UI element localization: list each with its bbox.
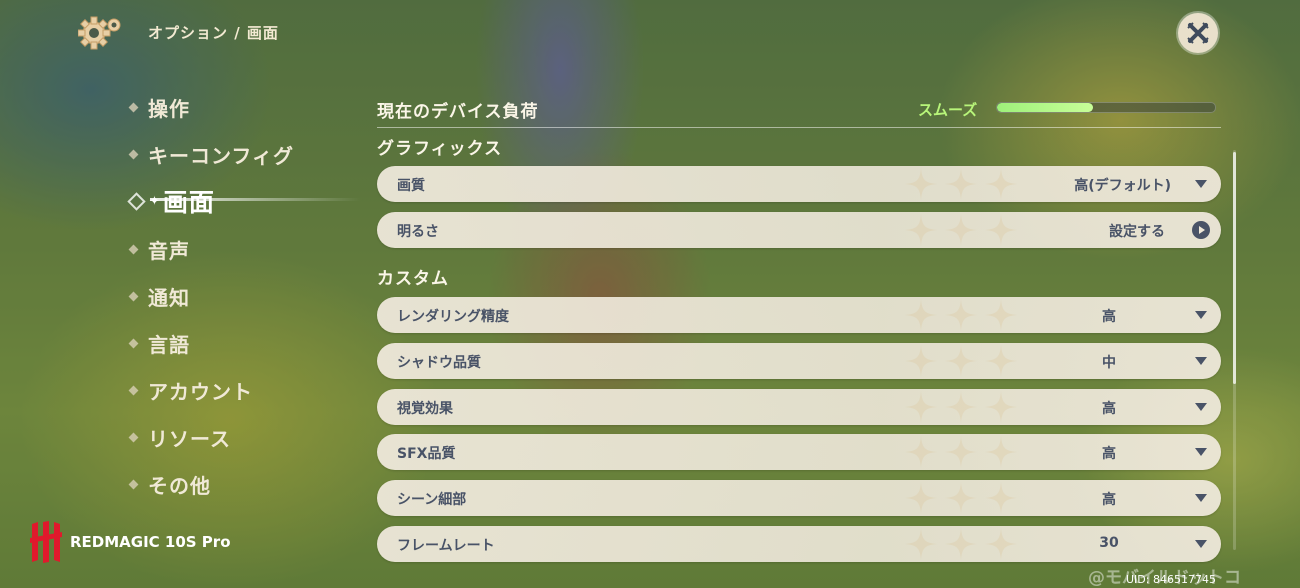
section-graphics: グラフィックス bbox=[377, 139, 503, 159]
setting-value: 30 bbox=[1099, 535, 1119, 551]
sparkle-decoration-icon bbox=[985, 345, 1017, 377]
divider bbox=[377, 127, 1221, 128]
brand-label: REDMAGIC 10S Pro bbox=[70, 533, 231, 551]
scrollbar-thumb[interactable] bbox=[1233, 152, 1236, 384]
sparkle-decoration-icon bbox=[945, 528, 977, 560]
sidebar-item-label: アカウント bbox=[148, 380, 253, 404]
setting-brightness[interactable]: 明るさ 設定する bbox=[377, 212, 1221, 248]
sparkle-decoration-icon bbox=[905, 391, 937, 423]
device-load-status: スムーズ bbox=[918, 101, 978, 119]
caret-down-icon bbox=[1195, 180, 1207, 188]
sidebar-item-label: 言語 bbox=[148, 333, 190, 357]
section-custom: カスタム bbox=[377, 269, 449, 289]
device-load-fill bbox=[997, 103, 1093, 112]
setting-label: レンダリング精度 bbox=[397, 309, 509, 325]
diamond-icon bbox=[128, 244, 139, 255]
diamond-icon bbox=[128, 479, 139, 490]
sidebar-item-label: リソース bbox=[148, 427, 231, 451]
sparkle-decoration-icon bbox=[905, 214, 937, 246]
caret-down-icon bbox=[1195, 311, 1207, 319]
setting-value: 高 bbox=[1102, 446, 1116, 462]
sidebar-item-key-config[interactable]: キーコンフィグ bbox=[128, 140, 294, 169]
sparkle-decoration-icon bbox=[985, 299, 1017, 331]
sidebar-item-label: その他 bbox=[148, 474, 211, 498]
sidebar-item-label: 音声 bbox=[148, 239, 190, 263]
diamond-icon bbox=[128, 102, 139, 113]
close-button[interactable] bbox=[1178, 13, 1218, 53]
sidebar-item-other[interactable]: その他 bbox=[128, 470, 211, 499]
setting-label: シーン細部 bbox=[397, 492, 467, 508]
breadcrumb: オプション / 画面 bbox=[148, 24, 279, 42]
setting-label: フレームレート bbox=[397, 538, 495, 554]
setting-visual-effects[interactable]: 視覚効果 高 bbox=[377, 389, 1221, 425]
setting-label: シャドウ品質 bbox=[397, 355, 481, 371]
setting-scene-detail[interactable]: シーン細部 高 bbox=[377, 480, 1221, 516]
setting-shadow-quality[interactable]: シャドウ品質 中 bbox=[377, 343, 1221, 379]
sidebar-item-label: キーコンフィグ bbox=[148, 144, 294, 168]
setting-value: 高 bbox=[1102, 401, 1116, 417]
caret-down-icon bbox=[1195, 357, 1207, 365]
diamond-icon bbox=[128, 338, 139, 349]
close-icon bbox=[1187, 22, 1209, 44]
setting-label: 画質 bbox=[397, 178, 425, 194]
setting-render-precision[interactable]: レンダリング精度 高 bbox=[377, 297, 1221, 333]
gear-icon bbox=[77, 13, 126, 53]
setting-value: 中 bbox=[1102, 355, 1116, 371]
diamond-outline-icon bbox=[127, 191, 146, 211]
caret-down-icon bbox=[1195, 494, 1207, 502]
sparkle-decoration-icon bbox=[985, 168, 1017, 200]
setting-quality[interactable]: 画質 高(デフォルト) bbox=[377, 166, 1221, 202]
sparkle-decoration-icon bbox=[985, 528, 1017, 560]
caret-down-icon bbox=[1195, 403, 1207, 411]
sparkle-decoration-icon bbox=[945, 168, 977, 200]
device-load-label: 現在のデバイス負荷 bbox=[377, 102, 539, 122]
sparkle-decoration-icon bbox=[945, 345, 977, 377]
sidebar-item-account[interactable]: アカウント bbox=[128, 376, 253, 405]
setting-sfx-quality[interactable]: SFX品質 高 bbox=[377, 434, 1221, 470]
caret-down-icon bbox=[1195, 448, 1207, 456]
diamond-icon bbox=[128, 149, 139, 160]
sparkle-icon: ✦ bbox=[149, 193, 161, 209]
redmagic-logo-icon bbox=[30, 520, 64, 564]
sidebar-item-label: 通知 bbox=[148, 286, 190, 310]
device-load-bar bbox=[996, 102, 1216, 113]
sparkle-decoration-icon bbox=[985, 482, 1017, 514]
setting-label: 明るさ bbox=[397, 224, 439, 240]
setting-value: 高 bbox=[1102, 309, 1116, 325]
setting-label: SFX品質 bbox=[397, 446, 456, 462]
uid-label: UID: 846517745 bbox=[1126, 573, 1216, 586]
diamond-icon bbox=[128, 385, 139, 396]
sparkle-decoration-icon bbox=[945, 299, 977, 331]
sidebar-item-controls[interactable]: 操作 bbox=[128, 93, 190, 122]
setting-frame-rate[interactable]: フレームレート 30 bbox=[377, 526, 1221, 562]
sparkle-decoration-icon bbox=[905, 436, 937, 468]
sparkle-decoration-icon bbox=[945, 391, 977, 423]
sparkle-decoration-icon bbox=[945, 214, 977, 246]
sidebar-item-label: 画面 bbox=[162, 188, 215, 217]
sparkle-decoration-icon bbox=[905, 345, 937, 377]
sidebar-item-audio[interactable]: 音声 bbox=[128, 235, 190, 264]
sparkle-decoration-icon bbox=[985, 214, 1017, 246]
sparkle-decoration-icon bbox=[905, 482, 937, 514]
sidebar-item-resources[interactable]: リソース bbox=[128, 423, 231, 452]
sparkle-decoration-icon bbox=[905, 168, 937, 200]
sparkle-decoration-icon bbox=[945, 482, 977, 514]
sidebar-item-language[interactable]: 言語 bbox=[128, 329, 190, 358]
sparkle-decoration-icon bbox=[905, 299, 937, 331]
setting-value: 高(デフォルト) bbox=[1074, 178, 1171, 194]
diamond-icon bbox=[128, 291, 139, 302]
diamond-icon bbox=[128, 432, 139, 443]
sidebar-item-notifications[interactable]: 通知 bbox=[128, 282, 190, 311]
caret-down-icon bbox=[1195, 540, 1207, 548]
sidebar-item-display[interactable]: ✦ 画面 bbox=[127, 183, 215, 219]
sparkle-decoration-icon bbox=[985, 391, 1017, 423]
sidebar-item-label: 操作 bbox=[148, 97, 190, 121]
sparkle-decoration-icon bbox=[945, 436, 977, 468]
arrow-right-icon bbox=[1192, 221, 1210, 239]
setting-value: 高 bbox=[1102, 492, 1116, 508]
setting-label: 視覚効果 bbox=[397, 401, 453, 417]
sparkle-decoration-icon bbox=[985, 436, 1017, 468]
sparkle-decoration-icon bbox=[905, 528, 937, 560]
setting-value: 設定する bbox=[1109, 224, 1165, 240]
